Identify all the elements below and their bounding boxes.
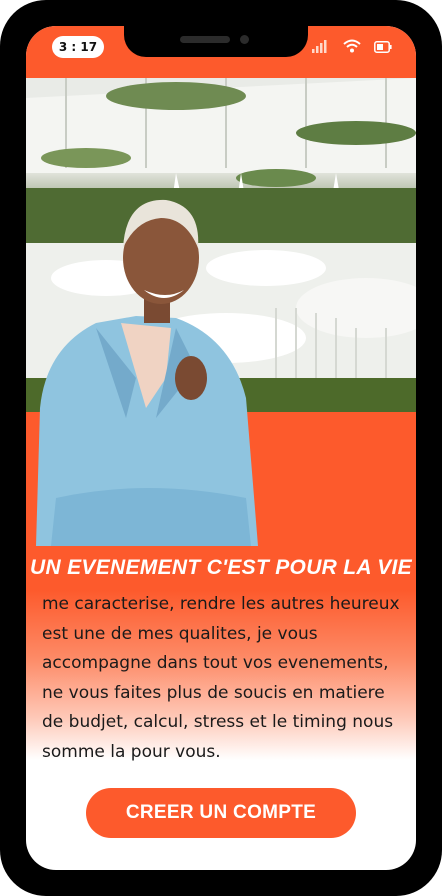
front-camera <box>240 35 249 44</box>
wifi-icon <box>343 38 361 57</box>
description-text: me caracterise, rendre les autres heureu… <box>42 594 400 762</box>
signal-icon <box>312 38 330 57</box>
create-account-button[interactable]: CREER UN COMPTE <box>86 788 356 838</box>
phone-frame: 3 : 17 UN EVENEMENT C'EST POUR LA VIE me… <box>0 0 442 896</box>
system-icons <box>312 38 392 57</box>
battery-icon <box>374 38 392 57</box>
device-notch <box>124 26 308 57</box>
description-section: me caracterise, rendre les autres heureu… <box>26 590 416 762</box>
speaker-grille <box>180 36 230 43</box>
status-bar: 3 : 17 <box>26 26 416 78</box>
status-time: 3 : 17 <box>52 36 104 58</box>
hero-heading: UN EVENEMENT C'EST POUR LA VIE <box>26 546 416 590</box>
app-screen: 3 : 17 UN EVENEMENT C'EST POUR LA VIE me… <box>26 26 416 870</box>
smiling-woman-image <box>26 78 416 546</box>
